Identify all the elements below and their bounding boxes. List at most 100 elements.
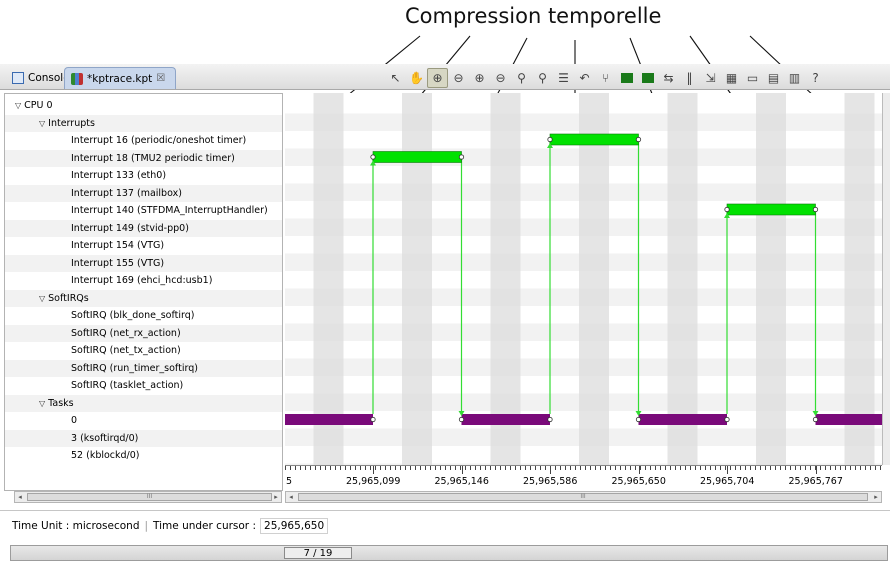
axis-minor-tick bbox=[880, 466, 881, 470]
expand-toggle-icon[interactable]: ▽ bbox=[39, 119, 45, 128]
branch-icon[interactable]: ⑂ bbox=[595, 68, 616, 88]
axis-minor-tick bbox=[575, 466, 576, 470]
tree-row[interactable]: ▽ SoftIRQs bbox=[5, 289, 282, 307]
tree-row-label: Interrupt 169 (ehci_hcd:usb1) bbox=[71, 275, 213, 287]
tree-row[interactable]: Interrupt 140 (STFDMA_InterruptHandler) bbox=[5, 202, 282, 220]
zoom-in-icon[interactable]: ⊕ bbox=[469, 68, 490, 88]
filter-advanced-icon[interactable]: ⚲ bbox=[532, 68, 553, 88]
axis-minor-tick bbox=[835, 466, 836, 470]
timeline-vertical-scrollbar[interactable] bbox=[882, 93, 890, 465]
green-chart-2-icon[interactable] bbox=[637, 68, 658, 88]
tree-row[interactable]: Interrupt 133 (eth0) bbox=[5, 167, 282, 185]
axis-minor-tick bbox=[410, 466, 411, 470]
tree-row[interactable]: Interrupt 149 (stvid-pp0) bbox=[5, 219, 282, 237]
axis-minor-tick bbox=[405, 466, 406, 470]
pointer-icon[interactable]: ↖ bbox=[385, 68, 406, 88]
timeline-scroll-right-icon[interactable]: ▸ bbox=[871, 492, 881, 502]
timeline-scroll-left-icon[interactable]: ◂ bbox=[286, 492, 296, 502]
green-chart-icon[interactable] bbox=[616, 68, 637, 88]
filter-icon[interactable]: ⚲ bbox=[511, 68, 532, 88]
timeline-scroll-thumb[interactable]: III bbox=[298, 493, 868, 501]
tree-row-label: Interrupt 149 (stvid-pp0) bbox=[71, 222, 189, 234]
axis-minor-tick bbox=[325, 466, 326, 470]
annotation-title: Compression temporelle bbox=[405, 4, 662, 28]
axis-minor-tick bbox=[830, 466, 831, 470]
page-navigation-bar[interactable]: 7 / 19 bbox=[10, 545, 888, 561]
scroll-right-icon[interactable]: ▸ bbox=[271, 492, 281, 502]
page-indicator[interactable]: 7 / 19 bbox=[284, 547, 352, 559]
axis-minor-tick bbox=[825, 466, 826, 470]
tree-row-label: Interrupt 140 (STFDMA_InterruptHandler) bbox=[71, 205, 268, 217]
tree-row-partial bbox=[5, 465, 282, 483]
hand-icon[interactable]: ✋ bbox=[406, 68, 427, 88]
tree-row[interactable]: SoftIRQ (net_rx_action) bbox=[5, 324, 282, 342]
tree-row[interactable]: ▽ Interrupts bbox=[5, 114, 282, 132]
interrupt-bar bbox=[549, 133, 639, 146]
tree-row[interactable]: ▽ CPU 0 bbox=[5, 97, 282, 115]
axis-minor-tick bbox=[525, 466, 526, 470]
axis-minor-tick bbox=[800, 466, 801, 470]
tree-row[interactable]: SoftIRQ (tasklet_action) bbox=[5, 377, 282, 395]
axis-minor-tick bbox=[380, 466, 381, 470]
marker-icon[interactable]: ‖ bbox=[679, 68, 700, 88]
tree-row[interactable]: Interrupt 169 (ehci_hcd:usb1) bbox=[5, 272, 282, 290]
axis-minor-tick bbox=[480, 466, 481, 470]
zoom-out-icon[interactable]: ⊖ bbox=[490, 68, 511, 88]
axis-minor-tick bbox=[645, 466, 646, 470]
help-icon[interactable]: ? bbox=[805, 68, 826, 88]
axis-major-tick bbox=[461, 466, 463, 474]
close-tab-icon[interactable]: ☒ bbox=[156, 73, 165, 84]
zoom-in-time-icon[interactable]: ⊕ bbox=[427, 68, 448, 88]
timeline-horizontal-scrollbar[interactable]: ◂ III ▸ bbox=[285, 491, 882, 503]
interrupt-bar bbox=[372, 151, 462, 163]
tree-row[interactable]: ▽ Tasks bbox=[5, 394, 282, 412]
bar-endpoint bbox=[458, 154, 465, 160]
scroll-left-icon[interactable]: ◂ bbox=[15, 492, 25, 502]
tree-row-label: Interrupt 18 (TMU2 periodic timer) bbox=[71, 152, 235, 164]
tree-scroll-thumb[interactable]: III bbox=[27, 493, 272, 501]
properties-icon[interactable]: ▤ bbox=[763, 68, 784, 88]
compressed-time-band bbox=[667, 93, 698, 465]
list-icon[interactable]: ☰ bbox=[553, 68, 574, 88]
tree-horizontal-scrollbar[interactable]: ◂ III ▸ bbox=[14, 491, 282, 503]
expand-toggle-icon[interactable]: ▽ bbox=[39, 399, 45, 408]
axis-minor-tick bbox=[565, 466, 566, 470]
tree-row[interactable]: Interrupt 16 (periodic/oneshot timer) bbox=[5, 132, 282, 150]
axis-minor-tick bbox=[540, 466, 541, 470]
axis-minor-tick bbox=[850, 466, 851, 470]
tree-row[interactable]: SoftIRQ (run_timer_softirq) bbox=[5, 359, 282, 377]
tree-row[interactable]: SoftIRQ (blk_done_softirq) bbox=[5, 307, 282, 325]
axis-minor-tick bbox=[465, 466, 466, 470]
tree-row[interactable]: 0 bbox=[5, 412, 282, 430]
axis-minor-tick bbox=[780, 466, 781, 470]
tab-kptrace[interactable]: *kptrace.kpt ☒ bbox=[64, 67, 176, 89]
axis-minor-tick bbox=[845, 466, 846, 470]
expand-toggle-icon[interactable]: ▽ bbox=[39, 294, 45, 303]
tree-row[interactable]: 52 (kblockd/0) bbox=[5, 447, 282, 465]
tree-row[interactable]: Interrupt 155 (VTG) bbox=[5, 254, 282, 272]
axis-minor-tick bbox=[625, 466, 626, 470]
axis-minor-tick bbox=[820, 466, 821, 470]
axis-major-tick bbox=[638, 466, 640, 474]
axis-tick-label: 5 bbox=[286, 476, 293, 487]
export-icon[interactable]: ⇲ bbox=[700, 68, 721, 88]
window-icon[interactable]: ▭ bbox=[742, 68, 763, 88]
zoom-out-time-icon[interactable]: ⊖ bbox=[448, 68, 469, 88]
compare-icon[interactable]: ⇆ bbox=[658, 68, 679, 88]
tree-row[interactable]: SoftIRQ (net_tx_action) bbox=[5, 342, 282, 360]
properties-2-icon[interactable]: ▥ bbox=[784, 68, 805, 88]
compressed-time-band bbox=[313, 93, 344, 465]
timeline-pane[interactable] bbox=[285, 93, 882, 465]
axis-minor-tick bbox=[425, 466, 426, 470]
axis-minor-tick bbox=[650, 466, 651, 470]
expand-toggle-icon[interactable]: ▽ bbox=[15, 101, 21, 110]
axis-tick-label: 25,965,146 bbox=[434, 476, 489, 487]
tree-row[interactable]: 3 (ksoftirqd/0) bbox=[5, 429, 282, 447]
tree-row[interactable]: Interrupt 137 (mailbox) bbox=[5, 184, 282, 202]
tree-row[interactable]: Interrupt 18 (TMU2 periodic timer) bbox=[5, 149, 282, 167]
tree-row[interactable]: Interrupt 154 (VTG) bbox=[5, 237, 282, 255]
layout-icon[interactable]: ▦ bbox=[721, 68, 742, 88]
axis-minor-tick bbox=[335, 466, 336, 470]
axis-minor-tick bbox=[420, 466, 421, 470]
undo-icon[interactable]: ↶ bbox=[574, 68, 595, 88]
